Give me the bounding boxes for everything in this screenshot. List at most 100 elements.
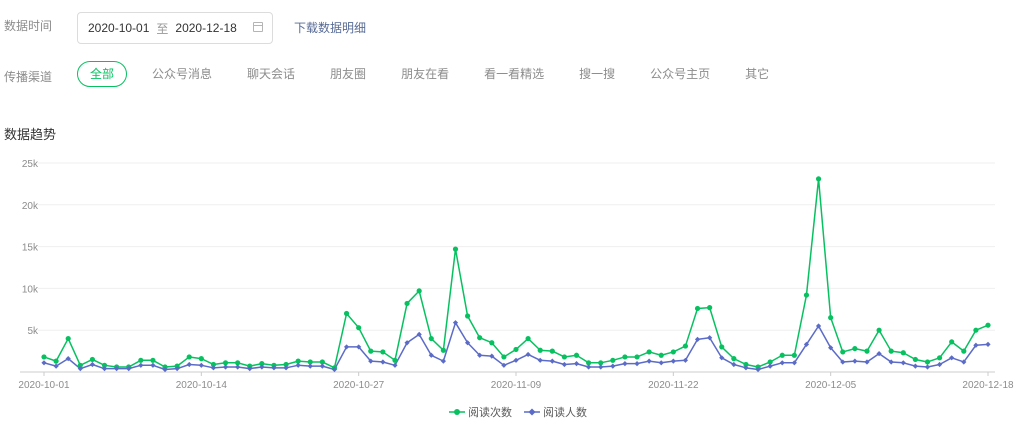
series-point[interactable] bbox=[513, 346, 519, 353]
series-point[interactable] bbox=[235, 364, 241, 370]
series-point[interactable] bbox=[598, 364, 604, 370]
series-point[interactable] bbox=[573, 352, 580, 358]
series-point[interactable] bbox=[622, 361, 628, 367]
series-point[interactable] bbox=[198, 356, 204, 362]
series-point[interactable] bbox=[791, 352, 797, 358]
series-point[interactable] bbox=[380, 349, 386, 355]
trend-line-chart[interactable]: 5k 10k 15k 20k 25k 2020-10-01 2020-10-14 2020-1… bbox=[0, 150, 1036, 395]
series-point[interactable] bbox=[586, 364, 592, 370]
series-point[interactable] bbox=[936, 355, 943, 361]
download-data-link[interactable]: 下载数据明细 bbox=[294, 19, 366, 36]
series-point[interactable] bbox=[404, 300, 410, 307]
series-point[interactable] bbox=[428, 335, 434, 342]
series-point[interactable] bbox=[525, 335, 531, 342]
series-point[interactable] bbox=[973, 327, 979, 333]
channel-tab-account-home[interactable]: 公众号主页 bbox=[640, 62, 720, 86]
series-point[interactable] bbox=[186, 361, 192, 368]
series-point[interactable] bbox=[828, 315, 834, 321]
series-point[interactable] bbox=[489, 340, 495, 346]
series-point[interactable] bbox=[186, 354, 192, 360]
channel-tab-search[interactable]: 搜一搜 bbox=[569, 62, 625, 86]
series-point[interactable] bbox=[41, 360, 47, 366]
series-point[interactable] bbox=[380, 359, 386, 365]
series-point[interactable] bbox=[670, 349, 676, 355]
series-point[interactable] bbox=[537, 357, 543, 363]
series-point[interactable] bbox=[561, 361, 568, 368]
series-point[interactable] bbox=[949, 339, 955, 345]
series-point[interactable] bbox=[767, 363, 773, 369]
series-point[interactable] bbox=[864, 348, 870, 354]
series-point[interactable] bbox=[912, 356, 918, 363]
end-date[interactable]: 2020-12-18 bbox=[175, 21, 236, 35]
legend-item-readers[interactable]: 阅读人数 bbox=[524, 404, 587, 420]
series-point[interactable] bbox=[924, 364, 931, 370]
calendar-icon[interactable] bbox=[253, 22, 263, 32]
series-point[interactable] bbox=[440, 347, 446, 353]
series-point[interactable] bbox=[852, 358, 858, 364]
series-point[interactable] bbox=[537, 347, 543, 353]
channel-tab-top-stories[interactable]: 看一看精选 bbox=[474, 62, 554, 86]
series-point[interactable] bbox=[368, 348, 374, 354]
series-point[interactable] bbox=[985, 341, 991, 348]
series-point[interactable] bbox=[222, 364, 229, 370]
series-point[interactable] bbox=[513, 357, 519, 363]
series-point[interactable] bbox=[343, 310, 350, 317]
series-point[interactable] bbox=[138, 357, 144, 363]
series-point[interactable] bbox=[852, 345, 858, 352]
channel-tab-other[interactable]: 其它 bbox=[735, 62, 779, 86]
series-point[interactable] bbox=[961, 348, 967, 354]
series-point[interactable] bbox=[707, 305, 713, 311]
series-point[interactable] bbox=[694, 305, 701, 312]
series-point[interactable] bbox=[89, 356, 96, 363]
series-point[interactable] bbox=[477, 335, 483, 341]
series-point[interactable] bbox=[779, 360, 785, 366]
series-point[interactable] bbox=[731, 356, 737, 362]
channel-tab-all[interactable]: 全部 bbox=[77, 61, 128, 87]
series-point[interactable] bbox=[815, 176, 822, 182]
series-point[interactable] bbox=[65, 335, 71, 342]
channel-tab-friends-watching[interactable]: 朋友在看 bbox=[391, 62, 459, 86]
series-point[interactable] bbox=[150, 357, 156, 363]
series-point[interactable] bbox=[610, 363, 616, 369]
series-point[interactable] bbox=[658, 352, 664, 358]
series-point[interactable] bbox=[452, 246, 459, 252]
series-point[interactable] bbox=[779, 352, 785, 358]
series-point[interactable] bbox=[924, 359, 931, 365]
series-point[interactable] bbox=[198, 362, 204, 368]
channel-tab-official-messages[interactable]: 公众号消息 bbox=[142, 62, 222, 86]
series-point[interactable] bbox=[888, 348, 894, 354]
series-point[interactable] bbox=[464, 313, 471, 319]
series-point[interactable] bbox=[719, 344, 725, 350]
series-point[interactable] bbox=[41, 354, 47, 360]
series-point[interactable] bbox=[670, 358, 676, 364]
series-point[interactable] bbox=[356, 325, 362, 331]
series-point[interactable] bbox=[622, 354, 628, 360]
series-point[interactable] bbox=[610, 357, 616, 363]
series-point[interactable] bbox=[634, 354, 640, 360]
series-point[interactable] bbox=[573, 361, 580, 367]
series-point[interactable] bbox=[646, 349, 652, 355]
series-point[interactable] bbox=[53, 358, 59, 364]
legend-item-reads[interactable]: 阅读次数 bbox=[449, 404, 512, 420]
series-point[interactable] bbox=[900, 360, 906, 366]
series-point[interactable] bbox=[138, 362, 144, 368]
series-point[interactable] bbox=[658, 360, 664, 366]
series-point[interactable] bbox=[803, 292, 810, 298]
series-point[interactable] bbox=[561, 354, 568, 360]
series-point[interactable] bbox=[900, 350, 906, 356]
series-point[interactable] bbox=[440, 358, 446, 364]
series-point[interactable] bbox=[549, 348, 555, 354]
series-point[interactable] bbox=[307, 363, 313, 369]
channel-tab-moments[interactable]: 朋友圈 bbox=[320, 62, 376, 86]
series-point[interactable] bbox=[150, 362, 156, 368]
series-point[interactable] bbox=[912, 363, 918, 369]
series-point[interactable] bbox=[682, 343, 689, 349]
channel-tab-chats[interactable]: 聊天会话 bbox=[237, 62, 305, 86]
series-point[interactable] bbox=[985, 322, 991, 328]
series-point[interactable] bbox=[89, 361, 96, 368]
series-point[interactable] bbox=[646, 358, 652, 364]
series-point[interactable] bbox=[319, 363, 325, 369]
series-point[interactable] bbox=[295, 362, 301, 368]
date-range-picker[interactable]: 2020-10-01 至 2020-12-18 bbox=[77, 12, 273, 44]
series-point[interactable] bbox=[549, 358, 555, 364]
